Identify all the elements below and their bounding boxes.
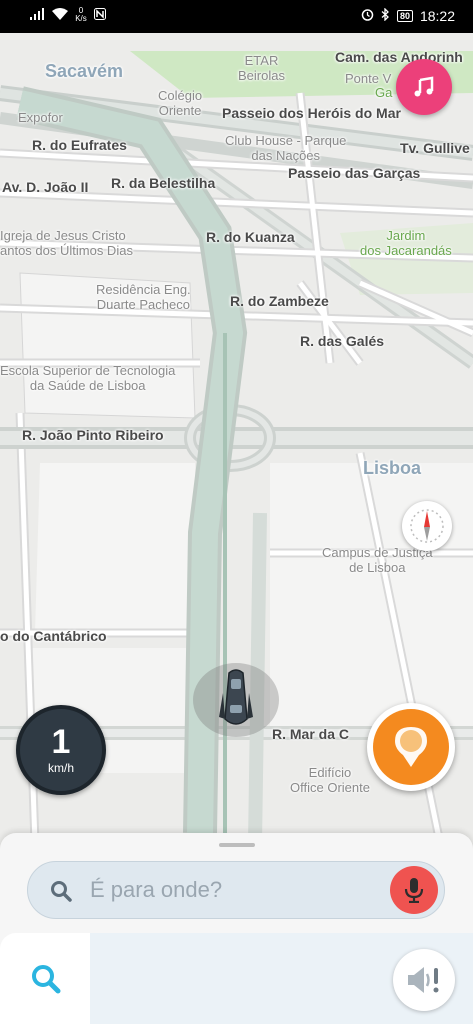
nfc-icon [94, 7, 106, 23]
bluetooth-icon [381, 7, 390, 24]
map-label-r-zambeze: R. do Zambeze [230, 293, 329, 309]
wifi-icon [52, 7, 68, 23]
status-bar: 0 K/s 80 18:22 [0, 0, 473, 33]
speedometer: 1 km/h [16, 705, 106, 795]
map-label-cam-andorinhas: Cam. das Andorinh [335, 49, 463, 65]
bottom-tab-bar [0, 933, 473, 1024]
map-label-lisboa: Lisboa [363, 458, 422, 478]
report-button-fill [373, 709, 449, 785]
compass-button[interactable] [402, 501, 452, 551]
map-label-club-house: Club House - Parque das Nações [225, 133, 347, 163]
map-view[interactable]: Sacavém ETAR Beirolas Cam. das Andorinh … [0, 33, 473, 843]
report-pin-icon [395, 727, 427, 767]
current-location-marker [193, 663, 279, 737]
map-label-r-mar-da-china: R. Mar da C [272, 726, 350, 742]
search-bar[interactable] [27, 861, 445, 919]
microphone-button[interactable] [390, 866, 438, 914]
microphone-icon [404, 878, 424, 903]
map-label-cantabrico: o do Cantábrico [0, 628, 107, 644]
report-button[interactable] [367, 703, 455, 791]
map-label-edificio-office: Edifício Office Oriente [290, 765, 370, 795]
music-note-icon [414, 76, 434, 97]
map-label-r-joao-pinto-ribeiro: R. João Pinto Ribeiro [22, 427, 164, 443]
map-label-passeio-garcas: Passeio das Garças [288, 165, 421, 181]
map-label-colegio-oriente: Colégio Oriente [158, 88, 203, 118]
map-label-tv-gulliver: Tv. Gullive [400, 140, 470, 156]
bottom-sheet [0, 833, 473, 1024]
battery-level: 80 [396, 10, 413, 22]
map-label-r-belestilha: R. da Belestilha [111, 175, 216, 191]
map-label-r-gales: R. das Galés [300, 333, 385, 349]
map-label-jardim-jacarandas: Jardim dos Jacarandás [360, 228, 452, 258]
map-label-expofor: Expofor [18, 110, 63, 125]
map-label-sacavem: Sacavém [45, 61, 124, 81]
map-label-passeio-herois: Passeio dos Heróis do Mar [222, 105, 401, 121]
speaker-alert-icon [408, 967, 439, 993]
alarm-icon [361, 8, 374, 24]
speed-unit: km/h [47, 761, 74, 775]
map-label-igreja: Igreja de Jesus Cristo antos dos Últimos… [0, 228, 133, 258]
map-label-r-eufrates: R. do Eufrates [32, 137, 127, 153]
map-label-av-d-joao-ii: Av. D. João II [2, 179, 89, 195]
compass-icon [410, 509, 444, 543]
search-tab-icon [32, 965, 61, 994]
map-label-etar: ETAR Beirolas [238, 53, 285, 83]
network-speed: 0 K/s [74, 7, 88, 23]
network-speed-unit: K/s [75, 14, 87, 23]
tab-search[interactable] [0, 933, 90, 1024]
map-label-residencia: Residência Eng. Duarte Pacheco [96, 282, 191, 312]
speed-value: 1 [51, 723, 71, 761]
search-input[interactable] [90, 877, 370, 903]
search-icon [50, 880, 72, 907]
map-label-ga: Ga [375, 85, 393, 100]
map-label-escola-superior: Escola Superior de Tecnologia da Saúde d… [0, 363, 176, 393]
music-button[interactable] [396, 59, 452, 115]
car-icon [219, 669, 253, 725]
signal-icon [30, 7, 46, 23]
map-label-ponte-vasco: Ponte V [345, 71, 392, 86]
sheet-drag-handle[interactable] [219, 843, 255, 847]
sound-settings-button[interactable] [393, 949, 455, 1011]
clock-time: 18:22 [419, 8, 455, 24]
map-label-r-kuanza: R. do Kuanza [206, 229, 295, 245]
